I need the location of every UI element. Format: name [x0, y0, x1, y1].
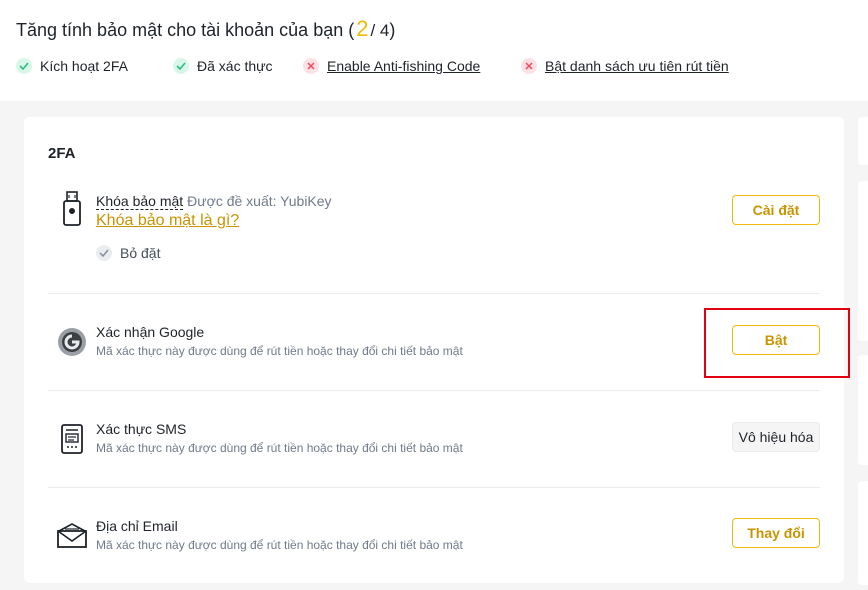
side-panel-edge [858, 181, 868, 341]
check-icon [173, 58, 189, 74]
skip-setup[interactable]: Bỏ đặt [96, 245, 160, 261]
security-progress-header: Tăng tính bảo mật cho tài khoản của bạn … [0, 0, 868, 101]
sms-auth-row: Xác thực SMS Mã xác thực này được dùng đ… [48, 391, 820, 487]
disable-sms-button[interactable]: Vô hiệu hóa [732, 422, 820, 452]
security-key-help-link[interactable]: Khóa bảo mật là gì? [96, 212, 239, 230]
page-title: Tăng tính bảo mật cho tài khoản của bạn … [16, 16, 395, 42]
anti-fishing-link[interactable]: Enable Anti-fishing Code [327, 58, 480, 74]
checklist-item-anti-fishing[interactable]: Enable Anti-fishing Code [303, 58, 480, 74]
withdrawal-whitelist-link[interactable]: Bật danh sách ưu tiên rút tiền [545, 58, 729, 74]
email-description: Mã xác thực này được dùng để rút tiền ho… [96, 538, 463, 552]
checklist-label: Đã xác thực [197, 58, 273, 74]
cross-icon [303, 58, 319, 74]
skip-label: Bỏ đặt [120, 245, 161, 261]
check-icon [16, 58, 32, 74]
side-panel-edge [858, 481, 868, 585]
side-panel-edge [858, 117, 868, 165]
email-title: Địa chỉ Email [96, 518, 178, 534]
sms-auth-title: Xác thực SMS [96, 421, 187, 437]
sms-icon [56, 423, 88, 455]
google-auth-title: Xác nhận Google [96, 324, 205, 340]
checklist-label: Kích hoạt 2FA [40, 58, 128, 74]
checklist-item-verified: Đã xác thực [173, 58, 273, 74]
change-email-button[interactable]: Thay đổi [732, 518, 820, 548]
sms-auth-description: Mã xác thực này được dùng để rút tiền ho… [96, 441, 463, 455]
checklist-item-2fa: Kích hoạt 2FA [16, 58, 128, 74]
email-icon [56, 520, 88, 552]
setup-security-key-button[interactable]: Cài đặt [732, 195, 820, 225]
email-row: Địa chỉ Email Mã xác thực này được dùng … [48, 488, 820, 583]
cross-icon [521, 58, 537, 74]
security-key-row: Khóa bảo mật Được đề xuất: YubiKey Khóa b… [48, 187, 820, 297]
checklist-item-whitelist[interactable]: Bật danh sách ưu tiên rút tiền [521, 58, 729, 74]
progress-current: 2 [356, 16, 369, 41]
progress-total: / 4 [370, 21, 390, 40]
google-authenticator-icon [56, 326, 88, 358]
security-key-name: Khóa bảo mật [96, 193, 184, 210]
google-auth-description: Mã xác thực này được dùng để rút tiền ho… [96, 344, 463, 358]
security-key-icon [56, 191, 88, 226]
check-icon [96, 245, 112, 261]
security-key-recommendation: Được đề xuất: YubiKey [187, 193, 332, 209]
title-text: Tăng tính bảo mật cho tài khoản của bạn … [16, 20, 355, 40]
section-title: 2FA [48, 145, 76, 162]
security-key-title: Khóa bảo mật Được đề xuất: YubiKey [96, 193, 332, 210]
title-suffix: ) [389, 20, 396, 40]
side-panel-edge [858, 355, 868, 465]
highlight-box [704, 308, 850, 378]
